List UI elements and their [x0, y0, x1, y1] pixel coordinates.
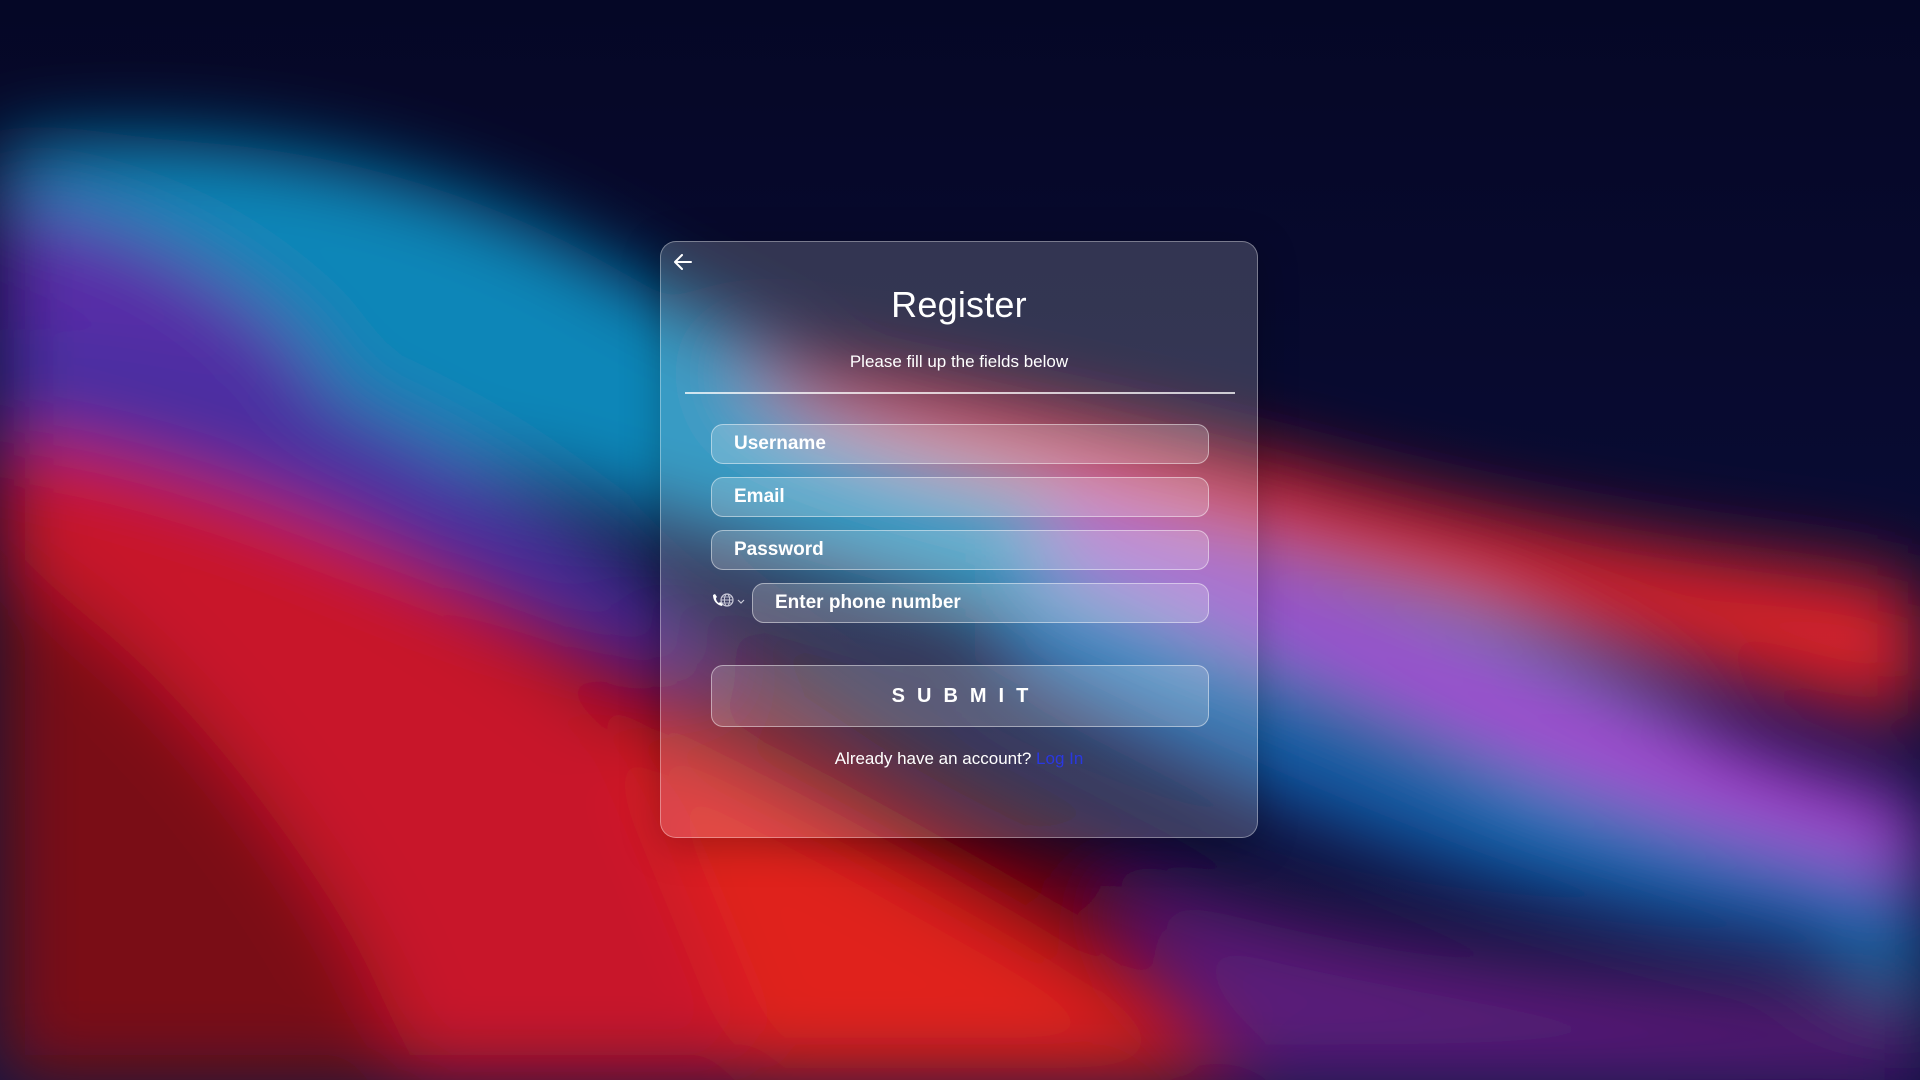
arrow-left-icon: [674, 254, 692, 270]
divider: [685, 392, 1235, 394]
back-button[interactable]: [669, 250, 697, 274]
login-prompt: Already have an account?: [834, 749, 1032, 768]
username-input[interactable]: [711, 424, 1209, 464]
password-input[interactable]: [711, 530, 1209, 570]
phone-globe-icon: [713, 593, 745, 607]
login-link[interactable]: Log In: [1036, 749, 1083, 768]
form-subtitle: Please fill up the fields below: [849, 352, 1069, 371]
phone-input[interactable]: [752, 583, 1209, 623]
email-input[interactable]: [711, 477, 1209, 517]
submit-button[interactable]: SUBMIT: [711, 665, 1209, 727]
page-title: Register: [891, 284, 1027, 325]
chevron-down-icon: [737, 599, 745, 604]
login-row: Already have an account? Log In: [661, 749, 1257, 769]
register-card: Register Please fill up the fields below…: [660, 241, 1258, 838]
phone-country-select[interactable]: [711, 590, 749, 614]
